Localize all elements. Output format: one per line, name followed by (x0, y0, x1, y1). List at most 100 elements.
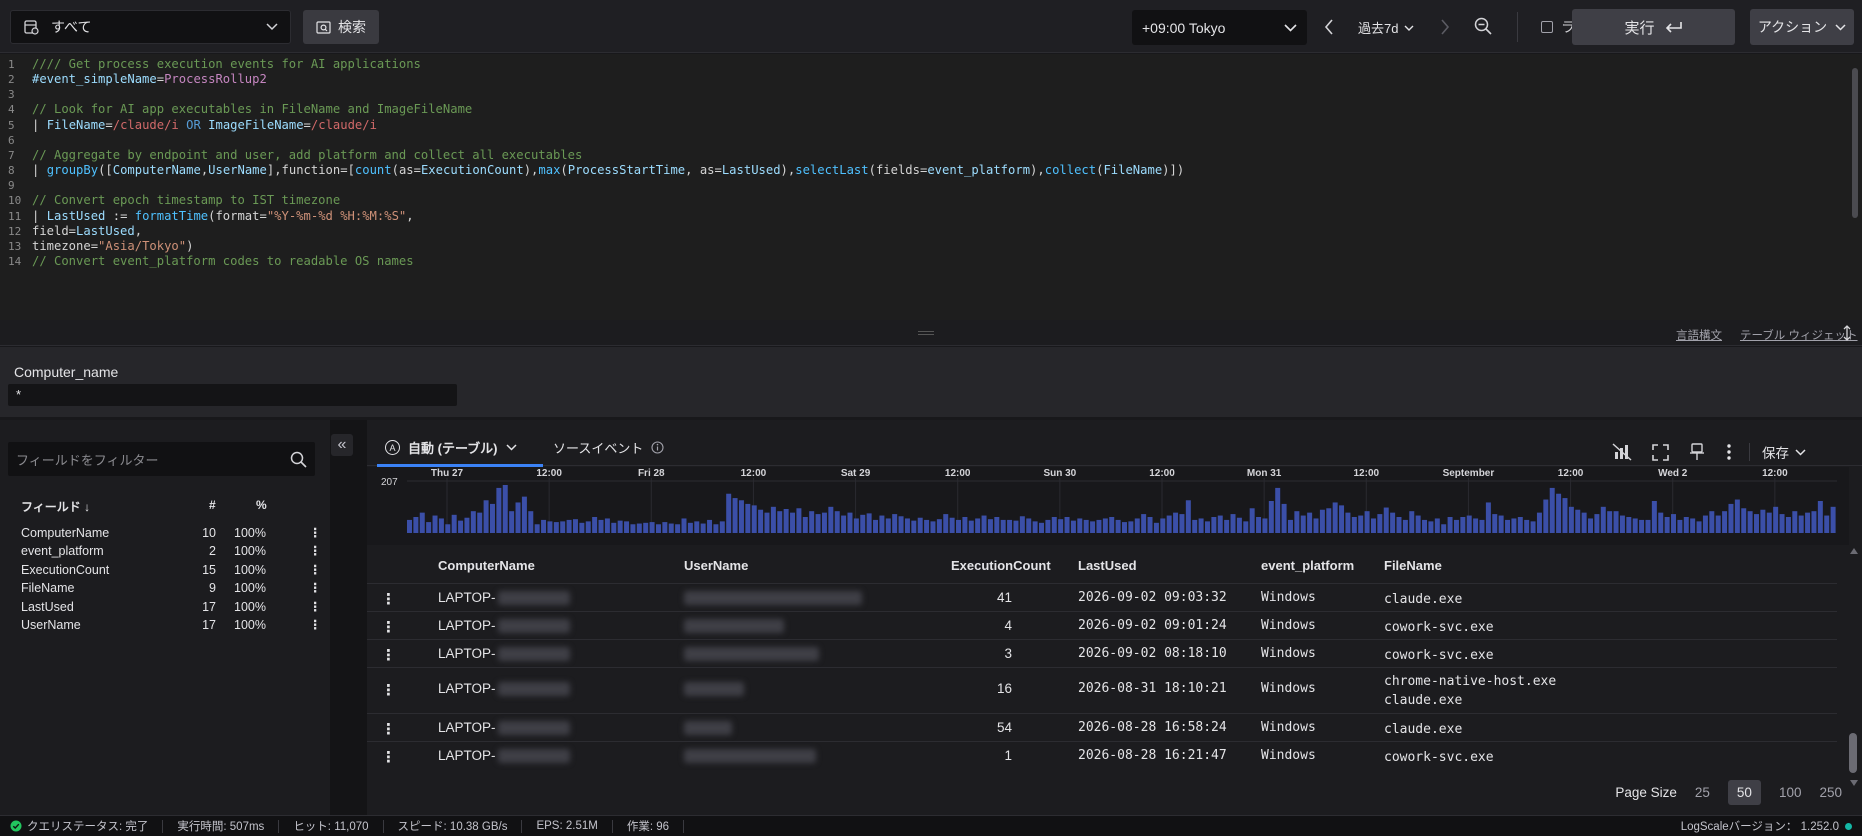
kebab-icon[interactable]: ⋮ (309, 562, 322, 577)
code-line[interactable]: //// Get process execution events for AI… (32, 57, 421, 71)
column-header-executioncount[interactable]: ExecutionCount (951, 558, 1051, 573)
column-header-computername[interactable]: ComputerName (438, 558, 535, 573)
last-used-cell: 2026-08-28 16:21:47 (1078, 748, 1227, 763)
code-line[interactable]: // Convert epoch timestamp to IST timezo… (32, 193, 340, 207)
resize-grip[interactable] (918, 331, 934, 335)
code-line[interactable]: #event_simpleName=ProcessRollup2 (32, 72, 267, 86)
histogram-bar (489, 503, 495, 533)
page-size-50[interactable]: 50 (1727, 780, 1761, 805)
histogram-tick-label: 12:00 (1762, 468, 1788, 479)
page-size-100[interactable]: 100 (1779, 785, 1802, 800)
row-menu-icon[interactable]: ⋮ (381, 590, 396, 608)
histogram-bar (1741, 508, 1747, 533)
time-forward-icon[interactable] (1440, 19, 1450, 35)
row-menu-icon[interactable]: ⋮ (381, 720, 396, 738)
histogram-bar (477, 512, 483, 533)
code-line[interactable]: | FileName=/claude/i OR ImageFileName=/c… (32, 118, 377, 132)
table-row[interactable]: ⋮ LAPTOP- 3 2026-09-02 08:18:10 Windows cowor… (367, 639, 1837, 667)
histogram-bar (770, 506, 776, 533)
table-row[interactable]: ⋮ LAPTOP- 4 2026-09-02 09:01:24 Windows cowor… (367, 611, 1837, 639)
execution-count-cell: 1 (1004, 748, 1012, 763)
histogram-bar (592, 517, 598, 533)
username-cell (684, 748, 816, 764)
code-line[interactable]: // Look for AI app executables in FileNa… (32, 102, 472, 116)
row-menu-icon[interactable]: ⋮ (381, 681, 396, 699)
row-menu-icon[interactable]: ⋮ (381, 618, 396, 636)
column-header-lastused[interactable]: LastUsed (1078, 558, 1137, 573)
pin-to-dashboard-icon[interactable] (1689, 443, 1705, 461)
parameter-input[interactable]: * (8, 384, 457, 406)
computer-name-cell: LAPTOP- (438, 748, 570, 764)
histogram-bar (1549, 487, 1555, 533)
histogram-bar (438, 518, 444, 533)
field-count: 10 (202, 526, 216, 540)
field-row[interactable]: UserName 17 100% ⋮ (0, 615, 330, 637)
event-histogram[interactable]: 207 Thu 27 12:00 Fri 28 12:00 Sat 29 12:00 Sun … (367, 467, 1849, 545)
histogram-bar (1268, 501, 1274, 533)
column-header-event-platform[interactable]: event_platform (1261, 558, 1354, 573)
column-header-username[interactable]: UserName (684, 558, 748, 573)
code-line[interactable]: // Convert event_platform codes to reada… (32, 254, 414, 268)
page-size-25[interactable]: 25 (1695, 785, 1710, 800)
row-menu-icon[interactable]: ⋮ (381, 646, 396, 664)
table-row[interactable]: ⋮ LAPTOP- 54 2026-08-28 16:58:24 Windows clau… (367, 713, 1837, 741)
histogram-bar (1460, 517, 1466, 533)
code-line[interactable]: | LastUsed := formatTime(format="%Y-%m-%… (32, 209, 414, 223)
fullscreen-icon[interactable] (1652, 443, 1669, 461)
editor-resize-bar[interactable]: 言語構文 テーブル ウィジェット (0, 320, 1862, 346)
histogram-tick-label: 12:00 (1558, 468, 1584, 479)
kebab-icon[interactable]: ⋮ (309, 543, 322, 558)
table-row[interactable]: ⋮ LAPTOP- 41 2026-09-02 09:03:32 Windows clau… (367, 583, 1837, 611)
table-scrollbar[interactable] (1848, 548, 1858, 788)
histogram-bar (1543, 499, 1549, 533)
zoom-out-icon[interactable] (1474, 17, 1492, 35)
kebab-icon[interactable]: ⋮ (309, 580, 322, 595)
run-button[interactable]: 実行 (1572, 9, 1735, 45)
histogram-bar (426, 522, 432, 533)
editor-scrollbar[interactable] (1852, 68, 1858, 218)
row-menu-icon[interactable]: ⋮ (381, 748, 396, 766)
timezone-selector[interactable]: +09:00 Tokyo (1132, 10, 1307, 45)
histogram-bar (1747, 511, 1753, 533)
code-line[interactable]: | groupBy([ComputerName,UserName],functi… (32, 163, 1184, 177)
histogram-bar (483, 500, 489, 533)
code-line[interactable]: // Aggregate by endpoint and user, add p… (32, 148, 582, 162)
histogram-bar (1083, 519, 1089, 533)
fields-header-name[interactable]: フィールド ↓ (21, 498, 90, 515)
repository-selector[interactable]: すべて (10, 10, 291, 44)
platform-cell: Windows (1261, 618, 1316, 633)
search-button[interactable]: 検索 (303, 10, 379, 44)
code-line[interactable]: timezone="Asia/Tokyo") (32, 239, 193, 253)
field-filter-input[interactable]: フィールドをフィルター (8, 442, 315, 476)
histogram-bar (1754, 514, 1759, 533)
table-row[interactable]: ⋮ LAPTOP- 1 2026-08-28 16:21:47 Windows cowor… (367, 741, 1837, 769)
kebab-icon[interactable]: ⋮ (309, 599, 322, 614)
table-widget-link[interactable]: テーブル ウィジェット (1740, 327, 1858, 343)
live-checkbox[interactable] (1541, 21, 1553, 33)
more-options-icon[interactable] (1727, 444, 1731, 460)
time-back-icon[interactable] (1324, 19, 1334, 35)
time-range-selector[interactable]: 過去7d (1358, 18, 1414, 37)
action-menu-button[interactable]: アクション (1750, 9, 1854, 45)
tab-source-events[interactable]: ソースイベント (553, 438, 664, 457)
collapse-fields-button[interactable]: « (331, 434, 353, 456)
table-row[interactable]: ⋮ LAPTOP- 16 2026-08-31 18:10:21 Windows chro… (367, 667, 1837, 713)
kebab-icon[interactable]: ⋮ (309, 617, 322, 632)
page-size-250[interactable]: 250 (1819, 785, 1842, 800)
expand-vertical-icon[interactable] (1842, 324, 1852, 342)
histogram-tick-label: 12:00 (1353, 468, 1379, 479)
line-number: 13 (8, 239, 22, 253)
tab-auto-table[interactable]: A 自動 (テーブル) (377, 438, 542, 467)
code-line[interactable]: field=LastUsed, (32, 224, 142, 238)
computer-name-text: LAPTOP- (438, 590, 496, 605)
tab-auto-label: 自動 (テーブル) (408, 441, 498, 456)
histogram-bar (1562, 498, 1568, 533)
kebab-icon[interactable]: ⋮ (309, 525, 322, 540)
save-menu-button[interactable]: 保存 (1762, 442, 1806, 462)
fields-header-pct: % (256, 498, 267, 512)
syntax-link[interactable]: 言語構文 (1676, 327, 1722, 343)
hide-chart-icon[interactable] (1612, 443, 1632, 461)
histogram-bar (1588, 518, 1594, 533)
query-editor[interactable]: 1 //// Get process execution events for A… (0, 54, 1862, 320)
column-header-filename[interactable]: FileName (1384, 558, 1442, 573)
